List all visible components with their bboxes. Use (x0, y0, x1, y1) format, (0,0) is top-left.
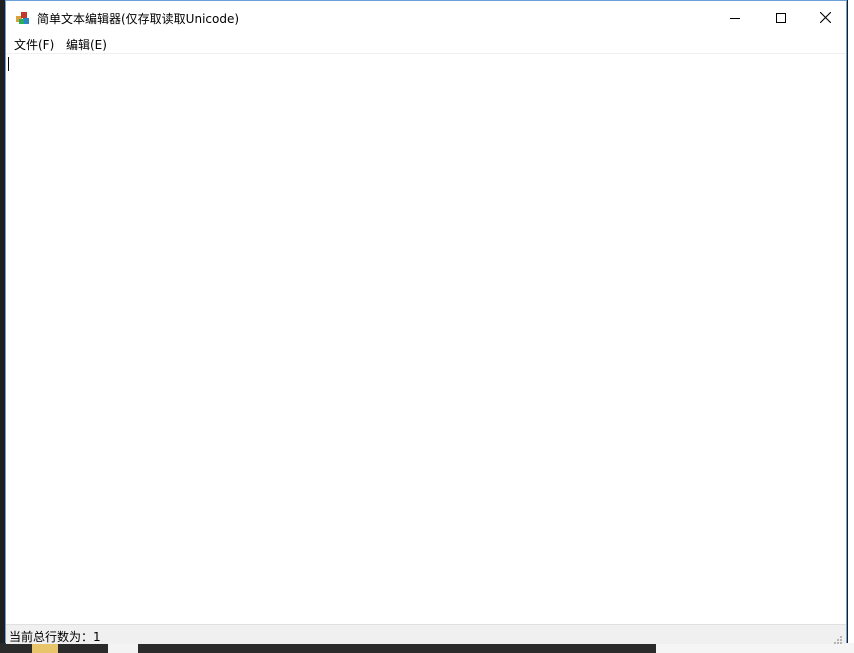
taskbar-item (108, 643, 138, 653)
text-editor-area[interactable] (6, 54, 846, 624)
close-icon (819, 8, 831, 27)
line-count-value: 1 (93, 630, 101, 644)
maximize-button[interactable] (758, 1, 804, 34)
line-count-status: 当前总行数为：1 (9, 628, 101, 645)
minimize-icon (730, 8, 740, 27)
minimize-button[interactable] (712, 1, 758, 34)
maximize-icon (776, 8, 786, 27)
resize-grip-icon[interactable] (831, 630, 843, 644)
editor-window: 简单文本编辑器(仅存取读取Unicode) 文件(F) 编辑(E) 当前总行数为… (5, 0, 847, 644)
taskbar-fragment (0, 643, 854, 653)
menu-bar: 文件(F) 编辑(E) (6, 34, 846, 54)
desktop-background-right (848, 0, 854, 653)
close-button[interactable] (802, 1, 848, 34)
window-title: 简单文本编辑器(仅存取读取Unicode) (37, 12, 240, 26)
text-caret (8, 57, 9, 71)
menu-file[interactable]: 文件(F) (12, 36, 56, 53)
taskbar-item (656, 643, 854, 653)
line-count-label: 当前总行数为： (9, 630, 94, 644)
app-icon[interactable] (15, 10, 31, 26)
menu-edit[interactable]: 编辑(E) (64, 36, 109, 53)
title-bar[interactable]: 简单文本编辑器(仅存取读取Unicode) (6, 1, 846, 34)
status-bar: 当前总行数为：1 (6, 624, 846, 644)
